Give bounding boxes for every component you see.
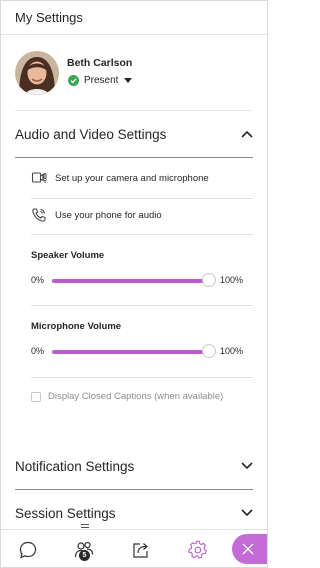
session-title: Session Settings [15, 505, 116, 521]
session-section-toggle[interactable]: Session Settings [15, 493, 253, 533]
closed-captions-checkbox[interactable] [31, 392, 41, 402]
divider [31, 305, 253, 306]
microphone-volume-slider[interactable]: 0% 100% [31, 344, 243, 360]
microphone-volume-min: 0% [31, 346, 45, 356]
drag-handle-icon[interactable] [81, 524, 89, 528]
check-circle-icon [68, 74, 79, 86]
speaker-volume-min: 0% [31, 275, 45, 285]
microphone-volume-label: Microphone Volume [31, 321, 122, 332]
speaker-volume-max: 100% [219, 275, 243, 285]
attendees-count-badge: 5 [79, 550, 90, 561]
divider [31, 198, 253, 199]
speaker-volume-track[interactable] [52, 273, 216, 287]
speaker-volume-label: Speaker Volume [31, 250, 105, 261]
user-profile: Beth Carlson Present [15, 51, 253, 111]
phone-label: Use your phone for audio [55, 209, 162, 221]
caret-down-icon [124, 77, 133, 83]
bottom-tab-bar: 5 [1, 524, 267, 567]
gear-icon [188, 540, 207, 559]
settings-panel: My Settings Beth Carlson Present Audio a… [0, 0, 268, 568]
panel-header: My Settings [1, 1, 267, 35]
phone-icon [32, 208, 46, 222]
microphone-volume-track[interactable] [52, 344, 216, 358]
close-panel-button[interactable] [232, 534, 267, 564]
share-content-icon [133, 543, 148, 558]
user-name: Beth Carlson [67, 57, 133, 69]
chat-icon [19, 541, 37, 559]
status-dropdown[interactable]: Present [68, 73, 133, 87]
avatar [15, 51, 59, 95]
section-divider [15, 157, 253, 158]
microphone-volume-fill [52, 350, 209, 354]
status-label: Present [84, 74, 119, 86]
tab-attendees[interactable]: 5 [55, 530, 113, 567]
microphone-volume-max: 100% [219, 346, 243, 356]
notification-section-toggle[interactable]: Notification Settings [15, 446, 253, 486]
audio-video-section-toggle[interactable]: Audio and Video Settings [15, 114, 253, 154]
closed-captions-label: Display Closed Captions (when available) [48, 391, 224, 402]
speaker-volume-slider[interactable]: 0% 100% [31, 273, 243, 289]
divider [31, 377, 253, 378]
divider [31, 234, 253, 235]
panel-title: My Settings [15, 10, 83, 25]
camera-mic-setup-button[interactable]: Set up your camera and microphone [31, 163, 253, 193]
camera-mic-icon [31, 172, 47, 183]
tab-share-content[interactable] [113, 530, 169, 567]
chevron-down-icon [241, 509, 253, 517]
section-divider [15, 489, 253, 490]
chevron-down-icon [241, 462, 253, 470]
tab-chat[interactable] [1, 530, 55, 567]
camera-mic-label: Set up your camera and microphone [55, 172, 209, 184]
speaker-volume-fill [52, 279, 209, 283]
use-phone-button[interactable]: Use your phone for audio [31, 200, 253, 230]
chevron-up-icon [241, 130, 253, 138]
notification-title: Notification Settings [15, 458, 135, 474]
audio-video-title: Audio and Video Settings [15, 126, 167, 142]
close-icon [242, 543, 254, 555]
closed-captions-option[interactable]: Display Closed Captions (when available) [31, 390, 231, 403]
speaker-volume-thumb[interactable] [202, 273, 216, 287]
microphone-volume-thumb[interactable] [202, 344, 216, 358]
tab-settings[interactable] [169, 530, 227, 567]
